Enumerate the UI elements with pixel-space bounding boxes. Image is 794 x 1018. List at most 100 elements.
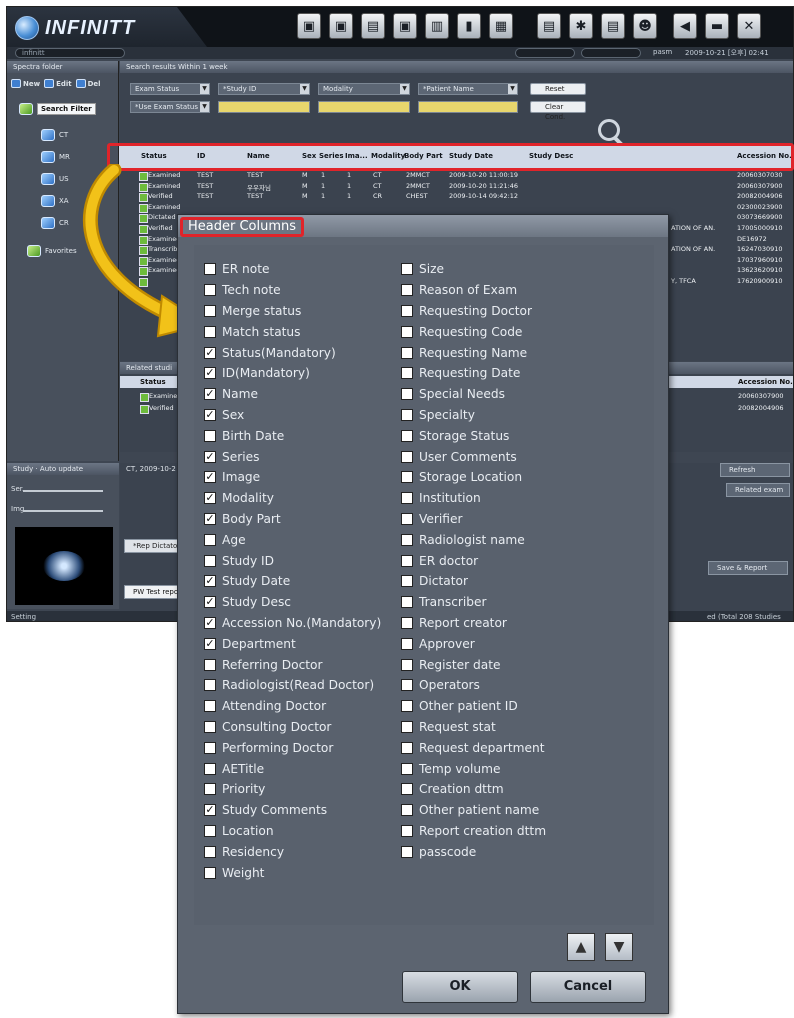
column-option[interactable]: Verifier xyxy=(401,509,546,530)
checkbox-unchecked[interactable] xyxy=(401,845,413,858)
checkbox-checked[interactable]: ✓ xyxy=(204,575,216,588)
checkbox-unchecked[interactable] xyxy=(401,284,413,297)
use-exam-status-filter[interactable]: *Use Exam Status ▼ xyxy=(130,101,210,113)
reset-button[interactable]: Reset xyxy=(530,83,586,95)
checkbox-unchecked[interactable] xyxy=(401,304,413,317)
network-icon[interactable]: ▦ xyxy=(489,13,513,39)
user-icon[interactable]: ☻ xyxy=(633,13,657,39)
checkbox-unchecked[interactable] xyxy=(401,762,413,775)
column-option[interactable]: ER note xyxy=(204,259,381,280)
checkbox-unchecked[interactable] xyxy=(204,284,216,297)
column-option[interactable]: Transcriber xyxy=(401,592,546,613)
column-option[interactable]: Creation dttm xyxy=(401,779,546,800)
close-icon[interactable]: ✕ xyxy=(737,13,761,39)
column-option[interactable]: Institution xyxy=(401,488,546,509)
checkbox-unchecked[interactable] xyxy=(401,720,413,733)
checkbox-unchecked[interactable] xyxy=(204,429,216,442)
checkbox-checked[interactable]: ✓ xyxy=(204,512,216,525)
checkbox-checked[interactable]: ✓ xyxy=(204,596,216,609)
table-row[interactable]: Examined 02300023900 xyxy=(119,203,794,213)
column-option[interactable]: Report creator xyxy=(401,613,546,634)
user-select[interactable]: infinitt xyxy=(15,48,125,58)
column-option[interactable]: Operators xyxy=(401,675,546,696)
checkbox-unchecked[interactable] xyxy=(204,824,216,837)
status-select[interactable] xyxy=(515,48,575,58)
column-option[interactable]: Other patient ID xyxy=(401,696,546,717)
column-option[interactable]: Birth Date xyxy=(204,425,381,446)
modality-filter[interactable]: Modality ▼ xyxy=(318,83,410,95)
checkbox-unchecked[interactable] xyxy=(401,658,413,671)
checkbox-unchecked[interactable] xyxy=(401,388,413,401)
patient-name-value[interactable] xyxy=(418,101,518,113)
checkbox-checked[interactable]: ✓ xyxy=(204,804,216,817)
column-option[interactable]: Size xyxy=(401,259,546,280)
column-option[interactable]: User Comments xyxy=(401,446,546,467)
column-option[interactable]: passcode xyxy=(401,841,546,862)
column-option[interactable]: Temp volume xyxy=(401,758,546,779)
column-option[interactable]: Other patient name xyxy=(401,800,546,821)
checkbox-unchecked[interactable] xyxy=(204,866,216,879)
cancel-button[interactable]: Cancel xyxy=(530,971,646,1003)
auto-update-label[interactable]: Auto update xyxy=(40,465,83,473)
checkbox-unchecked[interactable] xyxy=(401,346,413,359)
checkbox-unchecked[interactable] xyxy=(401,325,413,338)
tree-item-xa[interactable]: XA xyxy=(41,195,69,207)
checkbox-unchecked[interactable] xyxy=(401,575,413,588)
column-option[interactable]: AETitle xyxy=(204,758,381,779)
checkbox-unchecked[interactable] xyxy=(204,783,216,796)
clear-conditions-button[interactable]: Clear Cond. xyxy=(530,101,586,121)
new-folder-button[interactable]: New xyxy=(11,79,40,88)
column-option[interactable]: ✓ Series xyxy=(204,446,381,467)
checkbox-unchecked[interactable] xyxy=(204,679,216,692)
checkbox-unchecked[interactable] xyxy=(401,804,413,817)
checkbox-unchecked[interactable] xyxy=(401,700,413,713)
checkbox-unchecked[interactable] xyxy=(401,533,413,546)
column-option[interactable]: Radiologist(Read Doctor) xyxy=(204,675,381,696)
dictator-field[interactable]: *Rep Dictator xyxy=(124,539,184,553)
column-option[interactable]: ✓ Study Date xyxy=(204,571,381,592)
checkbox-unchecked[interactable] xyxy=(401,824,413,837)
settings-icon[interactable]: ✱ xyxy=(569,13,593,39)
checkbox-unchecked[interactable] xyxy=(401,741,413,754)
storage-icon[interactable]: ▮ xyxy=(457,13,481,39)
checkbox-checked[interactable]: ✓ xyxy=(204,492,216,505)
column-option[interactable]: Report creation dttm xyxy=(401,821,546,842)
move-down-button[interactable]: ▼ xyxy=(605,933,633,961)
exam-status-filter[interactable]: Exam Status ▼ xyxy=(130,83,210,95)
tree-item-ct[interactable]: CT xyxy=(41,129,68,141)
column-option[interactable]: ✓ Accession No.(Mandatory) xyxy=(204,613,381,634)
column-option[interactable]: ✓ Study Desc xyxy=(204,592,381,613)
search-icon[interactable] xyxy=(598,119,620,141)
study-id-value[interactable] xyxy=(218,101,310,113)
table-row[interactable]: Examined TEST 우우자님 M 1 1 CT 2MMCT 2009-10-20 11:… xyxy=(119,182,794,192)
study-id-filter[interactable]: *Study ID ▼ xyxy=(218,83,310,95)
tree-item-favorites[interactable]: Favorites xyxy=(27,245,77,257)
checkbox-unchecked[interactable] xyxy=(204,325,216,338)
move-up-button[interactable]: ▲ xyxy=(567,933,595,961)
checkbox-unchecked[interactable] xyxy=(204,741,216,754)
column-option[interactable]: ER doctor xyxy=(401,550,546,571)
column-option[interactable]: Requesting Code xyxy=(401,321,546,342)
checkbox-checked[interactable]: ✓ xyxy=(204,471,216,484)
table-row[interactable]: Examined TEST TEST M 1 1 CT 2MMCT 2009-10-20 11:… xyxy=(119,171,794,181)
column-option[interactable]: ✓ Department xyxy=(204,633,381,654)
column-option[interactable]: Requesting Name xyxy=(401,342,546,363)
checkbox-checked[interactable]: ✓ xyxy=(204,367,216,380)
tree-item-search-filter[interactable]: Search Filter xyxy=(19,103,96,115)
list-icon[interactable]: ▤ xyxy=(601,13,625,39)
column-option[interactable]: Radiologist name xyxy=(401,529,546,550)
table-row[interactable]: Verified TEST TEST M 1 1 CR CHEST 2009-10-14 09:… xyxy=(119,192,794,203)
column-option[interactable]: Match status xyxy=(204,321,381,342)
minimize-icon[interactable]: ▬ xyxy=(705,13,729,39)
column-option[interactable]: Storage Location xyxy=(401,467,546,488)
report-icon[interactable]: ▤ xyxy=(361,13,385,39)
checkbox-unchecked[interactable] xyxy=(401,512,413,525)
column-option[interactable]: Referring Doctor xyxy=(204,654,381,675)
checkbox-unchecked[interactable] xyxy=(401,471,413,484)
column-option[interactable]: ✓ Modality xyxy=(204,488,381,509)
refresh-button[interactable]: Refresh xyxy=(720,463,790,477)
checkbox-unchecked[interactable] xyxy=(401,429,413,442)
column-option[interactable]: Special Needs xyxy=(401,384,546,405)
checkbox-unchecked[interactable] xyxy=(401,263,413,276)
checkbox-unchecked[interactable] xyxy=(401,408,413,421)
